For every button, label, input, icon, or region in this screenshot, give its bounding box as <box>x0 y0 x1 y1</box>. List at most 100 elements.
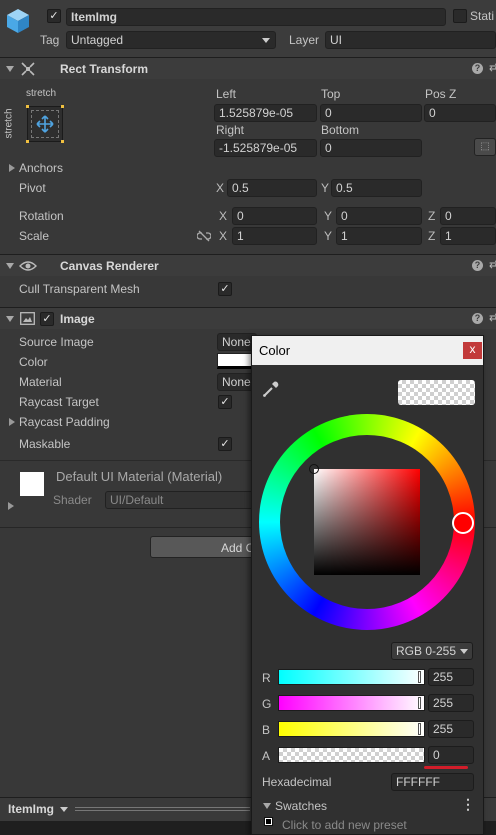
canvas-renderer-header[interactable]: Canvas Renderer ? ⇄ <box>0 254 496 276</box>
color-picker-titlebar: Color x <box>252 336 483 365</box>
rot-z-label: Z <box>428 209 436 223</box>
tag-label: Tag <box>40 33 60 47</box>
anchors-label[interactable]: Anchors <box>19 161 63 175</box>
constrain-proportions-icon[interactable] <box>197 230 211 242</box>
presets-icon[interactable]: ⇄ <box>489 258 496 271</box>
foldout-arrow-icon[interactable] <box>6 263 14 269</box>
add-component-button[interactable]: Add C <box>150 536 260 558</box>
scale-z-label: Z <box>428 229 436 243</box>
material-swatch <box>20 472 44 496</box>
b-slider[interactable] <box>278 721 425 737</box>
scale-label: Scale <box>19 229 50 243</box>
left-label: Left <box>216 87 237 101</box>
slider-handle[interactable] <box>418 697 421 709</box>
shader-label: Shader <box>53 493 92 507</box>
a-slider[interactable] <box>278 747 425 763</box>
foldout-arrow-icon[interactable] <box>6 316 14 322</box>
tag-value: Untagged <box>71 33 124 47</box>
g-value-input[interactable]: 255 <box>428 694 474 712</box>
bottom-input[interactable]: 0 <box>320 139 422 157</box>
scale-y-label: Y <box>324 229 333 243</box>
scale-y-input[interactable]: 1 <box>336 227 422 245</box>
cull-transparent-mesh-label: Cull Transparent Mesh <box>19 282 140 296</box>
slider-handle[interactable] <box>418 723 421 735</box>
hex-input[interactable]: FFFFFF <box>391 773 474 791</box>
pivot-y-label: Y <box>321 181 330 195</box>
bottom-label: Bottom <box>321 123 360 137</box>
scale-x-input[interactable]: 1 <box>232 227 317 245</box>
top-input[interactable]: 0 <box>320 104 422 122</box>
anchor-preset-button[interactable] <box>26 105 64 143</box>
add-preset-icon[interactable] <box>264 817 273 826</box>
chevron-down-icon <box>460 649 468 654</box>
raycast-padding-foldout-icon[interactable] <box>9 418 15 426</box>
rotation-y-input[interactable]: 0 <box>336 207 422 225</box>
raycast-padding-label[interactable]: Raycast Padding <box>19 415 110 429</box>
rotation-label: Rotation <box>19 209 64 223</box>
preview-separator <box>75 807 250 811</box>
b-value-input[interactable]: 255 <box>428 720 474 738</box>
maskable-label: Maskable <box>19 437 71 451</box>
g-slider[interactable] <box>278 695 425 711</box>
channel-r-label: R <box>262 671 271 685</box>
material-foldout-icon[interactable] <box>8 502 14 510</box>
r-slider[interactable] <box>278 669 425 685</box>
chevron-down-icon[interactable] <box>60 807 68 812</box>
pivot-y-input[interactable]: 0.5 <box>331 179 422 197</box>
presets-icon[interactable]: ⇄ <box>489 61 496 74</box>
swatches-label[interactable]: Swatches <box>275 799 327 813</box>
right-input[interactable]: -1.525879e-05 <box>214 139 317 157</box>
help-icon[interactable]: ? <box>472 260 483 271</box>
scale-z-input[interactable]: 1 <box>440 227 496 245</box>
material-name: Default UI Material (Material) <box>56 469 223 484</box>
pivot-x-input[interactable]: 0.5 <box>227 179 317 197</box>
color-mode-dropdown[interactable]: RGB 0-255 <box>391 642 473 660</box>
image-enabled-checkbox[interactable]: ✓ <box>40 312 54 326</box>
maskable-checkbox[interactable]: ✓ <box>218 437 232 451</box>
pivot-x-label: X <box>216 181 225 195</box>
r-value-input[interactable]: 255 <box>428 668 474 686</box>
cull-transparent-mesh-checkbox[interactable]: ✓ <box>218 282 232 296</box>
raycast-target-checkbox[interactable]: ✓ <box>218 395 232 409</box>
posz-input[interactable]: 0 <box>424 104 496 122</box>
help-icon[interactable]: ? <box>472 63 483 74</box>
slider-handle[interactable] <box>418 671 421 683</box>
color-mode-value: RGB 0-255 <box>396 644 457 658</box>
canvas-renderer-title: Canvas Renderer <box>60 259 159 273</box>
channel-a-label: A <box>262 749 271 763</box>
foldout-arrow-icon[interactable] <box>6 66 14 72</box>
material-label: Material <box>19 375 62 389</box>
saturation-value-square[interactable] <box>309 464 420 575</box>
posz-label: Pos Z <box>425 87 457 101</box>
rotation-x-input[interactable]: 0 <box>232 207 317 225</box>
left-input[interactable]: 1.525879e-05 <box>214 104 317 122</box>
rect-transform-title: Rect Transform <box>60 62 149 76</box>
active-checkbox[interactable]: ✓ <box>47 9 61 23</box>
rot-y-label: Y <box>324 209 333 223</box>
tag-dropdown[interactable]: Untagged <box>66 31 276 49</box>
a-value-input[interactable]: 0 <box>428 746 474 764</box>
layer-dropdown[interactable]: UI <box>325 31 496 49</box>
add-preset-label[interactable]: Click to add new preset <box>282 818 407 832</box>
shader-dropdown[interactable]: UI/Default <box>105 491 255 509</box>
presets-icon[interactable]: ⇄ <box>489 311 496 324</box>
anchors-foldout-icon[interactable] <box>9 164 15 172</box>
inspector-header: ✓ ItemImg Stati Tag Untagged Layer UI <box>0 0 496 57</box>
a-value-underline <box>424 766 468 769</box>
help-icon[interactable]: ? <box>472 313 483 324</box>
preview-object-label[interactable]: ItemImg <box>8 802 54 816</box>
rotation-z-input[interactable]: 0 <box>440 207 496 225</box>
eyedropper-icon[interactable] <box>262 380 280 398</box>
raw-edit-button[interactable]: ⬚ <box>474 138 496 156</box>
sv-handle[interactable] <box>309 464 319 474</box>
swatches-menu-icon[interactable]: ⋮ <box>461 796 475 813</box>
static-checkbox[interactable] <box>453 9 467 23</box>
close-button[interactable]: x <box>463 342 482 359</box>
color-label: Color <box>19 355 48 369</box>
rect-transform-header[interactable]: Rect Transform ? ⇄ <box>0 57 496 79</box>
swatches-foldout-icon[interactable] <box>263 803 271 809</box>
object-name-input[interactable]: ItemImg <box>66 8 446 26</box>
image-header[interactable]: ✓ Image ? ⇄ <box>0 307 496 329</box>
rot-x-label: X <box>219 209 228 223</box>
hue-handle[interactable] <box>452 512 474 534</box>
